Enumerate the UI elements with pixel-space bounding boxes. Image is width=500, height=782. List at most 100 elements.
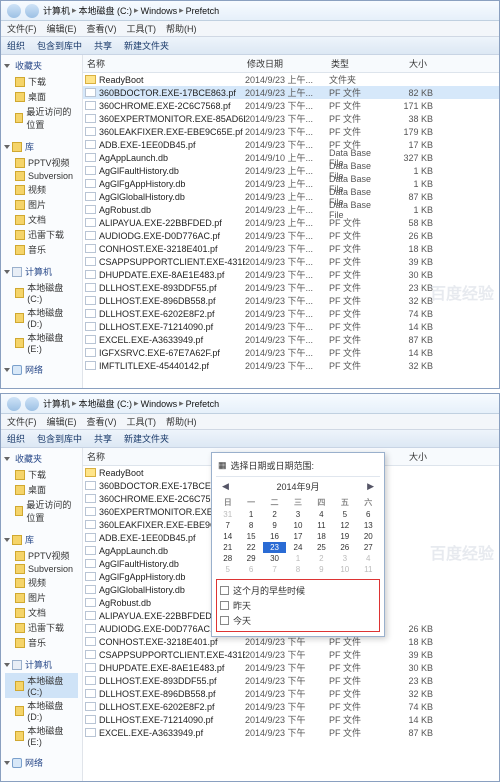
sidebar-item[interactable]: 桌面 [5, 482, 78, 497]
toolbar-include[interactable]: 包含到库中 [37, 432, 82, 445]
quick-range-option[interactable]: 今天 [220, 613, 376, 628]
crumb-segment[interactable]: Windows [141, 399, 178, 409]
sidebar-item[interactable]: 本地磁盘 (E:) [5, 723, 78, 748]
menu-item[interactable]: 查看(V) [87, 22, 117, 35]
sidebar-item[interactable]: PPTV视频 [5, 155, 78, 170]
file-row[interactable]: EXCEL.EXE-A3633949.pf2014/9/23 下午PF 文件87… [83, 726, 499, 739]
calendar-day[interactable]: 10 [286, 520, 309, 531]
menu-item[interactable]: 帮助(H) [166, 415, 197, 428]
col-date[interactable]: 修改日期 [243, 57, 327, 70]
sidebar-item[interactable]: 下载 [5, 74, 78, 89]
calendar-day[interactable]: 18 [310, 531, 333, 542]
calendar-day[interactable]: 4 [357, 553, 380, 564]
prev-month-button[interactable]: ◀ [222, 481, 229, 492]
sidebar-item[interactable]: 本地磁盘 (D:) [5, 305, 78, 330]
calendar-day[interactable]: 8 [239, 520, 262, 531]
calendar-day[interactable]: 3 [333, 553, 356, 564]
file-row[interactable]: AgGlGlobalHistory.db2014/9/23 上午...Data … [83, 190, 499, 203]
sidebar-group-head[interactable]: 库 [5, 533, 78, 546]
sidebar-item[interactable]: 文档 [5, 212, 78, 227]
calendar-day[interactable]: 9 [263, 520, 286, 531]
back-button[interactable] [7, 397, 21, 411]
calendar-day[interactable]: 20 [357, 531, 380, 542]
calendar-day[interactable]: 19 [333, 531, 356, 542]
sidebar-group-head[interactable]: 计算机 [5, 658, 78, 671]
sidebar-group-head[interactable]: 库 [5, 140, 78, 153]
col-type[interactable]: 类型 [327, 57, 385, 70]
sidebar-item[interactable]: 图片 [5, 590, 78, 605]
file-row[interactable]: AgGlFaultHistory.db2014/9/23 上午...Data B… [83, 164, 499, 177]
sidebar-item[interactable]: 桌面 [5, 89, 78, 104]
crumb-segment[interactable]: Prefetch [186, 399, 220, 409]
forward-button[interactable] [25, 397, 39, 411]
file-row[interactable]: IMFTLITLEXE-45440142.pf2014/9/23 下午...PF… [83, 359, 499, 372]
file-row[interactable]: DLLHOST.EXE-6202E8F2.pf2014/9/23 下午PF 文件… [83, 700, 499, 713]
file-row[interactable]: DLLHOST.EXE-71214090.pf2014/9/23 下午...PF… [83, 320, 499, 333]
sidebar-item[interactable]: Subversion [5, 170, 78, 182]
calendar-day[interactable]: 9 [310, 564, 333, 575]
file-row[interactable]: 360LEAKFIXER.EXE-EBE9C65E.pf2014/9/23 下午… [83, 125, 499, 138]
sidebar-item[interactable]: PPTV视频 [5, 548, 78, 563]
calendar-day[interactable]: 1 [286, 553, 309, 564]
calendar-day[interactable]: 25 [310, 542, 333, 553]
toolbar-share[interactable]: 共享 [94, 39, 112, 52]
calendar-day[interactable]: 22 [239, 542, 262, 553]
crumb-segment[interactable]: 计算机 [43, 397, 70, 410]
crumb-segment[interactable]: 计算机 [43, 4, 70, 17]
sidebar-group-head[interactable]: 网络 [5, 756, 78, 769]
sidebar-item[interactable]: 迅雷下载 [5, 620, 78, 635]
sidebar-item[interactable]: 迅雷下载 [5, 227, 78, 242]
crumb-segment[interactable]: 本地磁盘 (C:) [79, 4, 133, 17]
quick-range-option[interactable]: 这个月的早些时候 [220, 583, 376, 598]
file-row[interactable]: DLLHOST.EXE-893DDF55.pf2014/9/23 下午PF 文件… [83, 674, 499, 687]
sidebar-group-head[interactable]: 计算机 [5, 265, 78, 278]
file-row[interactable]: 360EXPERTMONITOR.EXE-85AD6EC0...2014/9/2… [83, 112, 499, 125]
sidebar-item[interactable]: 视频 [5, 182, 78, 197]
quick-range-option[interactable]: 昨天 [220, 598, 376, 613]
sidebar-group-head[interactable]: 网络 [5, 363, 78, 376]
calendar-day[interactable]: 24 [286, 542, 309, 553]
sidebar-item[interactable]: 最近访问的位置 [5, 497, 78, 525]
file-row[interactable]: IGFXSRVC.EXE-67E7A62F.pf2014/9/23 下午...P… [83, 346, 499, 359]
file-row[interactable]: 360CHROME.EXE-2C6C7568.pf2014/9/23 下午...… [83, 99, 499, 112]
calendar-day[interactable]: 21 [216, 542, 239, 553]
toolbar-organize[interactable]: 组织 [7, 39, 25, 52]
next-month-button[interactable]: ▶ [367, 481, 374, 492]
calendar-day[interactable]: 1 [239, 509, 262, 520]
back-button[interactable] [7, 4, 21, 18]
calendar-day[interactable]: 6 [357, 509, 380, 520]
sidebar-group-head[interactable]: 收藏夹 [5, 452, 78, 465]
crumb-segment[interactable]: Windows [141, 6, 178, 16]
calendar-day[interactable]: 5 [216, 564, 239, 575]
breadcrumb[interactable]: 计算机 ▸ 本地磁盘 (C:) ▸ Windows ▸ Prefetch [43, 4, 219, 17]
file-row[interactable]: DHUPDATE.EXE-8AE1E483.pf2014/9/23 下午PF 文… [83, 661, 499, 674]
sidebar-item[interactable]: 本地磁盘 (C:) [5, 673, 78, 698]
calendar-day[interactable]: 2 [263, 509, 286, 520]
crumb-segment[interactable]: 本地磁盘 (C:) [79, 397, 133, 410]
calendar-day[interactable]: 6 [239, 564, 262, 575]
toolbar-include[interactable]: 包含到库中 [37, 39, 82, 52]
calendar-day[interactable]: 3 [286, 509, 309, 520]
calendar-day[interactable]: 7 [216, 520, 239, 531]
sidebar-item[interactable]: 视频 [5, 575, 78, 590]
sidebar-group-head[interactable]: 收藏夹 [5, 59, 78, 72]
file-row[interactable]: DLLHOST.EXE-71214090.pf2014/9/23 下午PF 文件… [83, 713, 499, 726]
file-row[interactable]: DHUPDATE.EXE-8AE1E483.pf2014/9/23 下午...P… [83, 268, 499, 281]
calendar-day[interactable]: 7 [263, 564, 286, 575]
file-row[interactable]: EXCEL.EXE-A3633949.pf2014/9/23 下午...PF 文… [83, 333, 499, 346]
file-row[interactable]: CONHOST.EXE-3218E401.pf2014/9/23 下午...PF… [83, 242, 499, 255]
breadcrumb[interactable]: 计算机 ▸ 本地磁盘 (C:) ▸ Windows ▸ Prefetch [43, 397, 219, 410]
menu-item[interactable]: 编辑(E) [47, 22, 77, 35]
toolbar-organize[interactable]: 组织 [7, 432, 25, 445]
file-row[interactable]: AgGlFgAppHistory.db2014/9/23 上午...Data B… [83, 177, 499, 190]
crumb-segment[interactable]: Prefetch [186, 6, 220, 16]
menu-item[interactable]: 文件(F) [7, 415, 37, 428]
calendar-day[interactable]: 2 [310, 553, 333, 564]
calendar-day[interactable]: 29 [239, 553, 262, 564]
calendar-day[interactable]: 13 [357, 520, 380, 531]
calendar-day[interactable]: 12 [333, 520, 356, 531]
calendar-day[interactable]: 11 [357, 564, 380, 575]
sidebar-item[interactable]: 图片 [5, 197, 78, 212]
toolbar-share[interactable]: 共享 [94, 432, 112, 445]
calendar-day[interactable]: 23 [263, 542, 286, 553]
